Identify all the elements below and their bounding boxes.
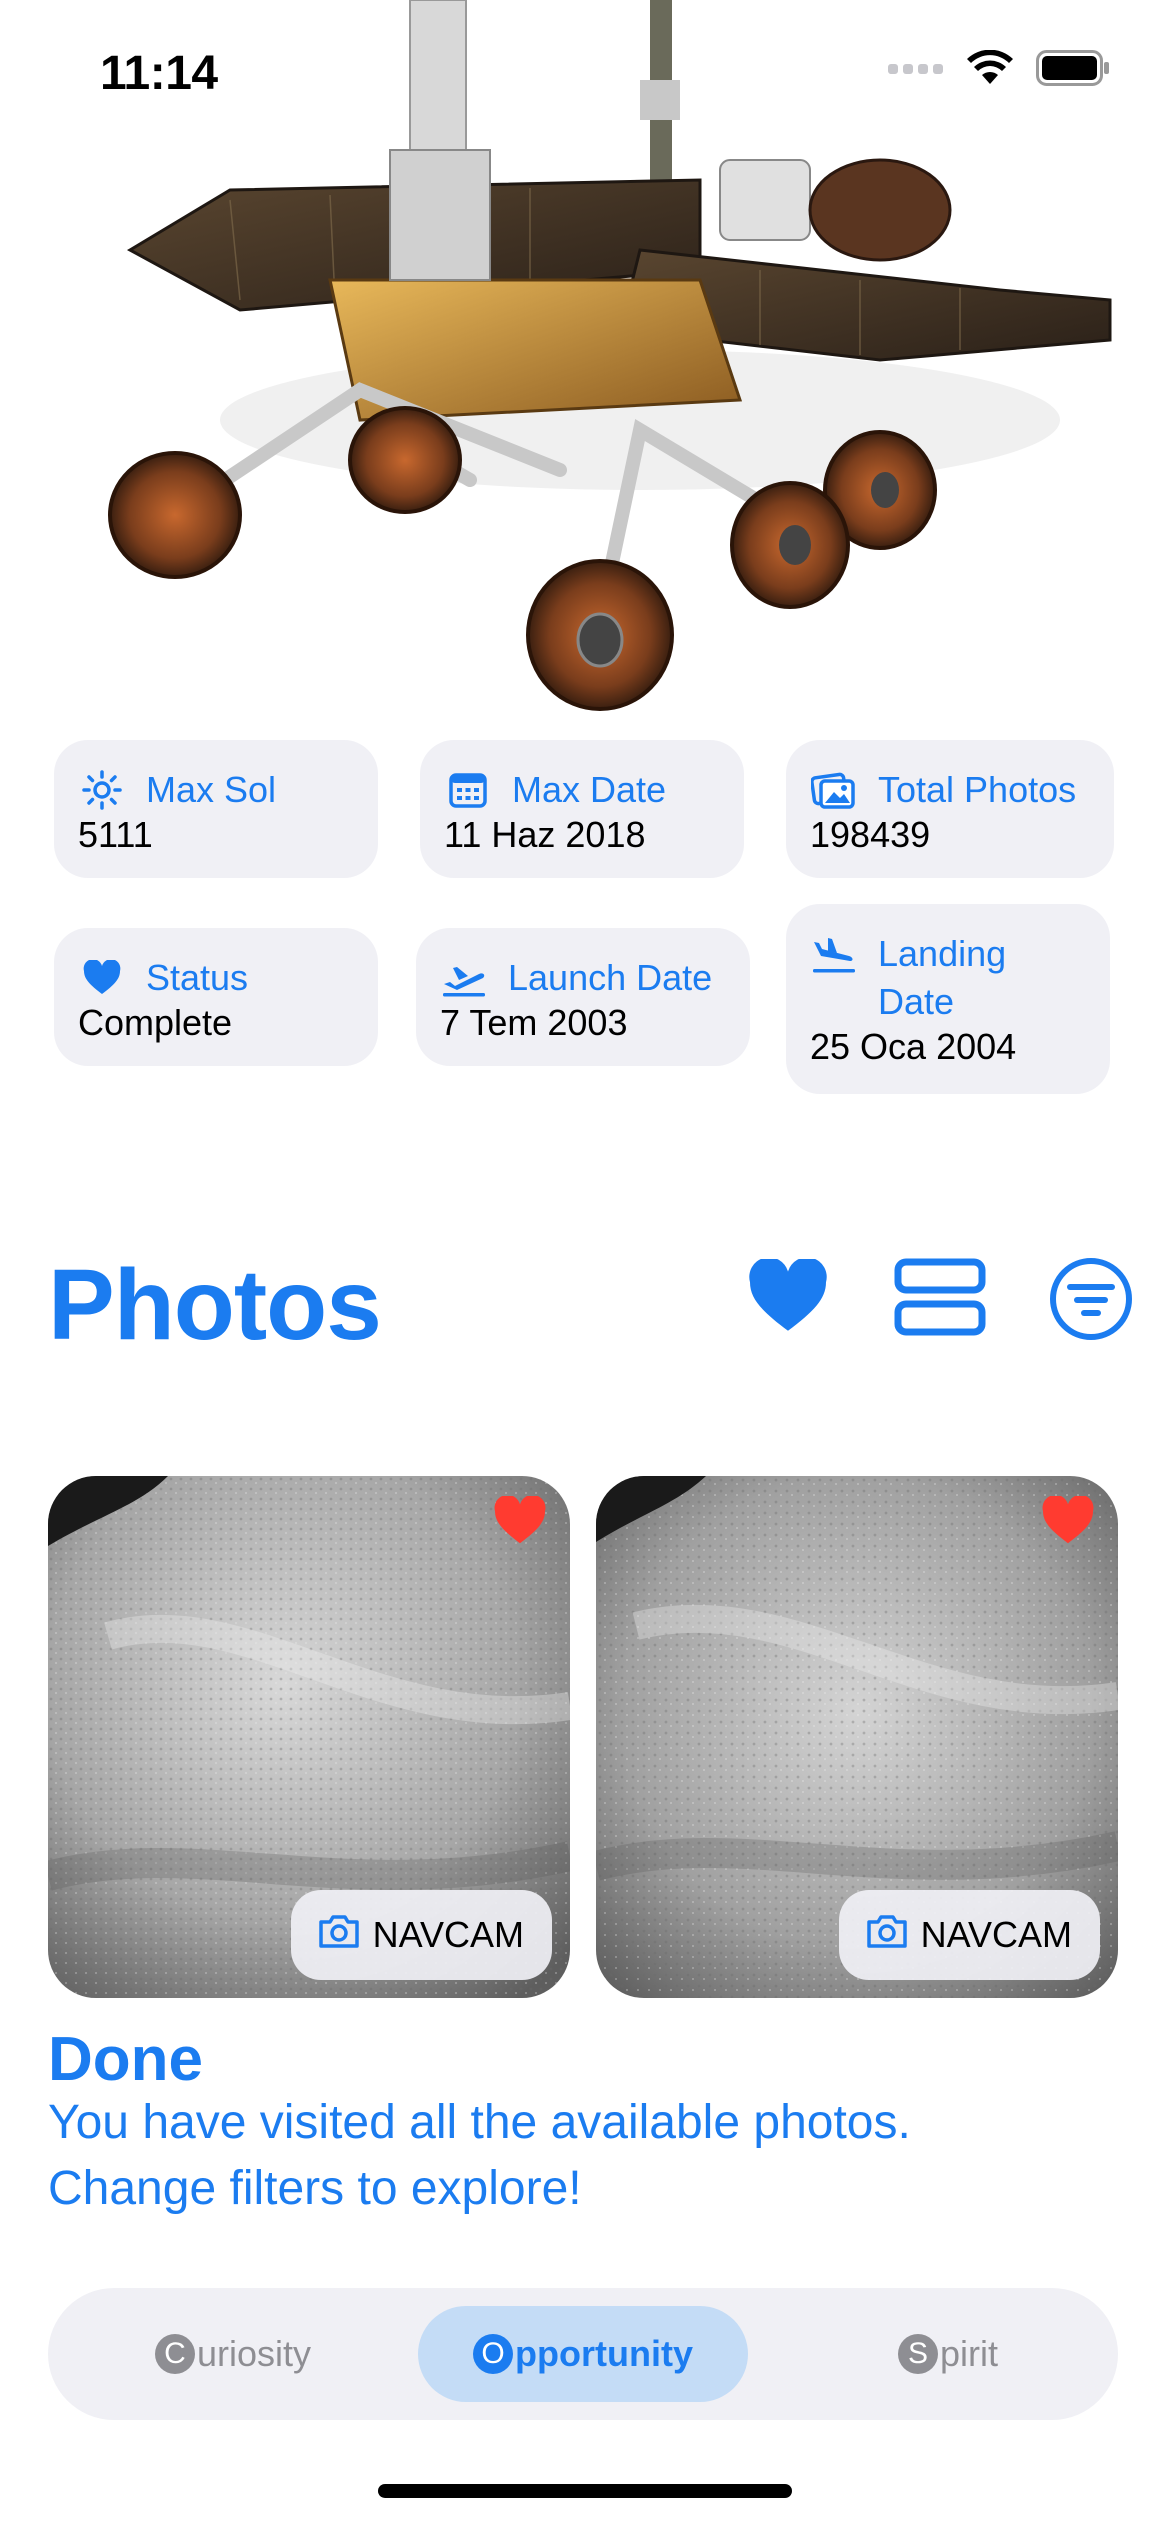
max-date-value: 11 Haz 2018 — [444, 814, 646, 855]
status-label: Status — [146, 957, 249, 998]
camera-icon — [865, 1913, 909, 1958]
cellular-signal-icon — [888, 60, 944, 81]
max-sol-value: 5111 — [78, 814, 153, 855]
landing-date-label-line1: Landing — [878, 933, 1007, 974]
photo-card[interactable]: NAVCAM — [48, 1476, 570, 1998]
home-indicator[interactable] — [378, 2484, 792, 2498]
launch-date-label: Launch Date — [508, 957, 713, 998]
layout-toggle-button[interactable] — [890, 1256, 990, 1342]
filter-button[interactable] — [1046, 1256, 1136, 1346]
heart-icon — [78, 954, 126, 1002]
rover-name: uriosity — [196, 2333, 312, 2374]
rover-initial: O — [473, 2334, 514, 2374]
max-sol-label: Max Sol — [146, 769, 277, 810]
rover-option-curiosity[interactable]: Curiosity — [88, 2306, 378, 2402]
status-card: Status Complete — [54, 928, 378, 1066]
camera-name: NAVCAM — [372, 1914, 524, 1955]
photos-title: Photos — [48, 1249, 382, 1361]
rover-name: pportunity — [515, 2333, 693, 2374]
max-date-card: Max Date 11 Haz 2018 — [420, 740, 744, 878]
camera-badge: NAVCAM — [838, 1890, 1100, 1980]
favorite-heart-icon[interactable] — [1040, 1494, 1096, 1551]
favorite-heart-icon[interactable] — [492, 1494, 548, 1551]
list-layout-icon — [894, 1258, 986, 1341]
camera-badge: NAVCAM — [290, 1890, 552, 1980]
heart-icon — [745, 1256, 831, 1340]
rover-option-opportunity[interactable]: Opportunity — [418, 2306, 748, 2402]
status-bar: 11:14 — [0, 0, 1170, 140]
rover-option-spirit[interactable]: Spirit — [818, 2306, 1078, 2402]
rover-initial: C — [154, 2334, 195, 2374]
battery-icon — [1036, 50, 1110, 91]
total-photos-card: Total Photos 198439 — [786, 740, 1114, 878]
done-title: Done — [48, 2025, 203, 2094]
landing-date-value: 25 Oca 2004 — [810, 1026, 1017, 1067]
photo-card[interactable]: NAVCAM — [596, 1476, 1118, 1998]
rover-initial: S — [897, 2334, 938, 2374]
rover-picker: Curiosity Opportunity Spirit — [48, 2288, 1118, 2420]
favorites-filter-button[interactable] — [740, 1256, 836, 1342]
max-date-label: Max Date — [512, 769, 667, 810]
airplane-takeoff-icon — [440, 954, 488, 1002]
landing-date-label-line2: Date — [878, 981, 955, 1022]
total-photos-label: Total Photos — [878, 769, 1077, 810]
rover-name: pirit — [939, 2333, 998, 2374]
launch-date-value: 7 Tem 2003 — [440, 1002, 628, 1043]
done-message-line1: You have visited all the available photo… — [48, 2096, 911, 2149]
camera-name: NAVCAM — [920, 1914, 1072, 1955]
done-message: You have visited all the available photo… — [48, 2090, 1148, 2222]
status-value: Complete — [78, 1002, 233, 1043]
status-icons — [888, 49, 1110, 91]
landing-date-card: Landing Date 25 Oca 2004 — [786, 904, 1110, 1094]
launch-date-card: Launch Date 7 Tem 2003 — [416, 928, 750, 1066]
sun-icon — [78, 766, 126, 814]
wifi-icon — [966, 49, 1014, 91]
total-photos-value: 198439 — [810, 814, 931, 855]
max-sol-card: Max Sol 5111 — [54, 740, 378, 878]
camera-icon — [317, 1913, 361, 1958]
done-message-line2: Change filters to explore! — [48, 2162, 582, 2215]
status-time: 11:14 — [100, 47, 218, 100]
filter-icon — [1048, 1256, 1134, 1347]
photos-icon — [810, 766, 858, 814]
calendar-icon — [444, 766, 492, 814]
airplane-landing-icon — [810, 930, 858, 978]
